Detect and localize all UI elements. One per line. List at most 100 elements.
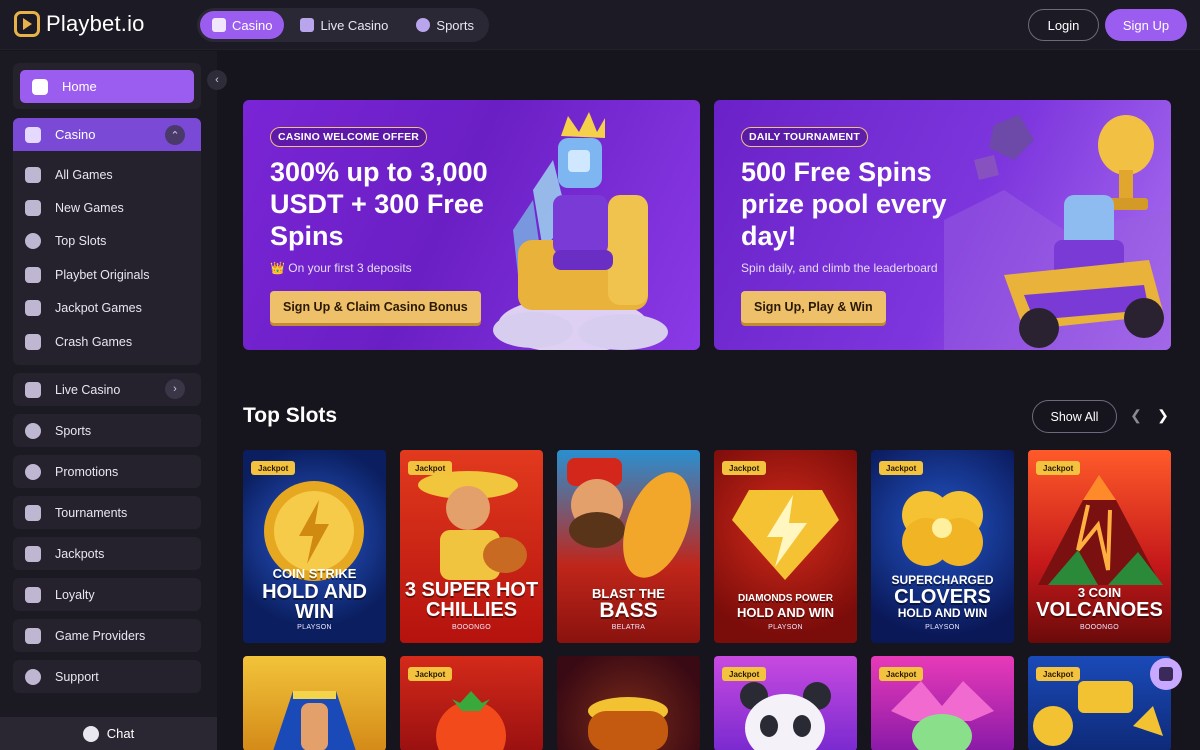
game-provider: BOOONGO: [451, 624, 492, 631]
game-provider: BELATRA: [611, 624, 646, 631]
banner-subtitle: Spin daily, and climb the leaderboard: [741, 261, 938, 275]
game-card[interactable]: Jackpot: [714, 656, 857, 750]
sidebar-item-playbet-originals[interactable]: Playbet Originals: [13, 258, 201, 291]
game-title-line: SUPERCHARGED: [891, 573, 994, 587]
providers-icon: [25, 627, 41, 644]
chat-button[interactable]: Chat: [0, 717, 217, 750]
sidebar-item-label: Playbet Originals: [55, 267, 150, 282]
game-card-blast-the-bass[interactable]: BLAST THE BASS BELATRA: [557, 450, 700, 643]
claim-bonus-button[interactable]: Sign Up & Claim Casino Bonus: [270, 291, 481, 323]
sidebar-item-jackpot-games[interactable]: Jackpot Games: [13, 292, 201, 325]
panda-illustration: [740, 682, 831, 750]
chevron-right-icon[interactable]: ›: [165, 379, 185, 399]
game-title-line: 3 COIN: [1077, 585, 1122, 600]
sidebar-item-label: Top Slots: [55, 234, 107, 249]
sports-ball-icon: [25, 422, 41, 439]
sidebar-item-jackpots[interactable]: Jackpots: [13, 537, 201, 570]
login-button[interactable]: Login: [1028, 9, 1099, 41]
sidebar-item-label: Casino: [55, 127, 96, 142]
carousel-next-button[interactable]: ❯: [1155, 405, 1171, 425]
game-card-3-super-hot-chillies[interactable]: Jackpot 3 SUPER HOT CHILLIES BOOONGO: [400, 450, 543, 643]
sidebar-item-top-slots[interactable]: Top Slots: [13, 225, 201, 258]
game-card[interactable]: Jackpot: [400, 656, 543, 750]
gold-clover-illustration: [902, 491, 983, 566]
gold-diamond-illustration: [732, 490, 839, 580]
chat-bubble-icon: [82, 725, 99, 742]
banner-title: 300% up to 3,000 USDT + 300 Free Spins: [270, 157, 488, 251]
percent-icon: [25, 463, 41, 480]
sidebar-item-tournaments[interactable]: Tournaments: [13, 496, 201, 529]
tournament-pill: DAILY TOURNAMENT: [741, 127, 868, 147]
sidebar-item-crash-games[interactable]: Crash Games: [13, 325, 201, 358]
game-card-diamonds-power[interactable]: Jackpot DIAMONDS POWER HOLD AND WIN PLAY…: [714, 450, 857, 643]
game-title-line: VOLCANOES: [1036, 599, 1163, 621]
signup-button[interactable]: Sign Up: [1105, 9, 1187, 41]
live-dealer-icon: [300, 18, 315, 32]
section-title: Top Slots: [243, 404, 338, 427]
jackpot-badge: Jackpot: [251, 461, 296, 475]
live-dealer-icon: [25, 381, 41, 398]
sidebar-item-loyalty[interactable]: Loyalty: [13, 578, 201, 611]
play-win-button[interactable]: Sign Up, Play & Win: [741, 291, 886, 323]
brand-name: Playbet.io: [46, 11, 145, 36]
casino-icon: [25, 126, 41, 143]
sidebar-item-home[interactable]: Home: [20, 70, 194, 103]
sidebar-item-label: Home: [62, 79, 97, 94]
game-title-line: CHILLIES: [425, 599, 518, 621]
sidebar-item-label: Jackpots: [55, 546, 105, 561]
bar-symbol-illustration: [1033, 681, 1163, 746]
game-provider: PLAYSON: [297, 624, 332, 631]
game-card[interactable]: [243, 656, 386, 750]
floating-action-button[interactable]: [1150, 658, 1182, 690]
game-card-3-coin-volcanoes[interactable]: Jackpot 3 COIN VOLCANOES BOOONGO: [1028, 450, 1171, 643]
sidebar-item-label: Support: [55, 669, 99, 684]
sidebar-item-label: Crash Games: [55, 334, 133, 349]
sidebar-item-game-providers[interactable]: Game Providers: [13, 619, 201, 652]
tab-label: Casino: [232, 17, 273, 33]
jackpot-icon: [25, 300, 41, 317]
game-card-supercharged-clovers[interactable]: Jackpot SUPERCHARGED CLOVERS HOLD AND WI…: [871, 450, 1014, 643]
sidebar-item-label: Promotions: [55, 464, 119, 479]
welcome-offer-banner[interactable]: CASINO WELCOME OFFER 300% up to 3,000 US…: [243, 100, 700, 350]
sidebar-item-label: Live Casino: [55, 382, 121, 397]
playbet-logo-icon: [25, 266, 41, 283]
game-card-coin-strike[interactable]: Jackpot COIN STRIKE HOLD AND WIN PLAYSON: [243, 450, 386, 643]
playbet-logo-icon: [14, 11, 40, 37]
daily-tournament-banner[interactable]: DAILY TOURNAMENT 500 Free Spins prize po…: [714, 100, 1171, 350]
chevron-up-icon[interactable]: ⌃: [165, 125, 185, 145]
sidebar-item-sports[interactable]: Sports: [13, 414, 201, 447]
carousel-prev-button[interactable]: ❮: [1128, 405, 1144, 425]
top-bar: Playbet.io Casino Live Casino Sports Log…: [0, 0, 1200, 50]
mariachi-illustration: [418, 471, 527, 580]
sidebar-item-new-games[interactable]: New Games: [13, 191, 201, 224]
brand-logo[interactable]: Playbet.io: [14, 11, 145, 37]
game-provider: PLAYSON: [925, 624, 960, 631]
chat-label: Chat: [106, 726, 135, 741]
offer-pill: CASINO WELCOME OFFER: [270, 127, 428, 147]
pharaoh-illustration: [273, 691, 356, 750]
game-provider: BOOONGO: [1079, 624, 1120, 631]
sidebar-item-label: Game Providers: [55, 628, 146, 643]
sidebar-item-all-games[interactable]: All Games: [13, 158, 201, 191]
sidebar-item-casino[interactable]: Casino ⌃: [13, 118, 201, 151]
game-card[interactable]: [557, 656, 700, 750]
game-card[interactable]: Jackpot: [871, 656, 1014, 750]
tab-sports[interactable]: Sports: [404, 11, 486, 39]
sidebar-item-promotions[interactable]: Promotions: [13, 455, 201, 488]
tab-casino[interactable]: Casino: [200, 11, 285, 39]
sidebar: Home Casino ⌃ All Games New Games Top Sl…: [0, 51, 217, 750]
sidebar-item-support[interactable]: Support: [13, 660, 201, 693]
home-icon: [32, 78, 48, 95]
sidebar-item-live-casino[interactable]: Live Casino ›: [13, 373, 201, 406]
sidebar-item-label: Sports: [55, 423, 92, 438]
tab-live-casino[interactable]: Live Casino: [288, 11, 400, 39]
game-title-line: COIN STRIKE: [272, 566, 357, 581]
sidebar-collapse-button[interactable]: ‹: [207, 70, 227, 90]
fisherman-illustration: [567, 458, 691, 578]
jackpot-badge: Jackpot: [879, 461, 924, 475]
jackpot-badge: Jackpot: [408, 461, 453, 475]
jackpot-icon: [25, 545, 41, 562]
trophy-icon: [25, 504, 41, 521]
show-all-button[interactable]: Show All: [1032, 400, 1117, 433]
banner-subtitle: 👑 On your first 3 deposits: [270, 261, 412, 275]
